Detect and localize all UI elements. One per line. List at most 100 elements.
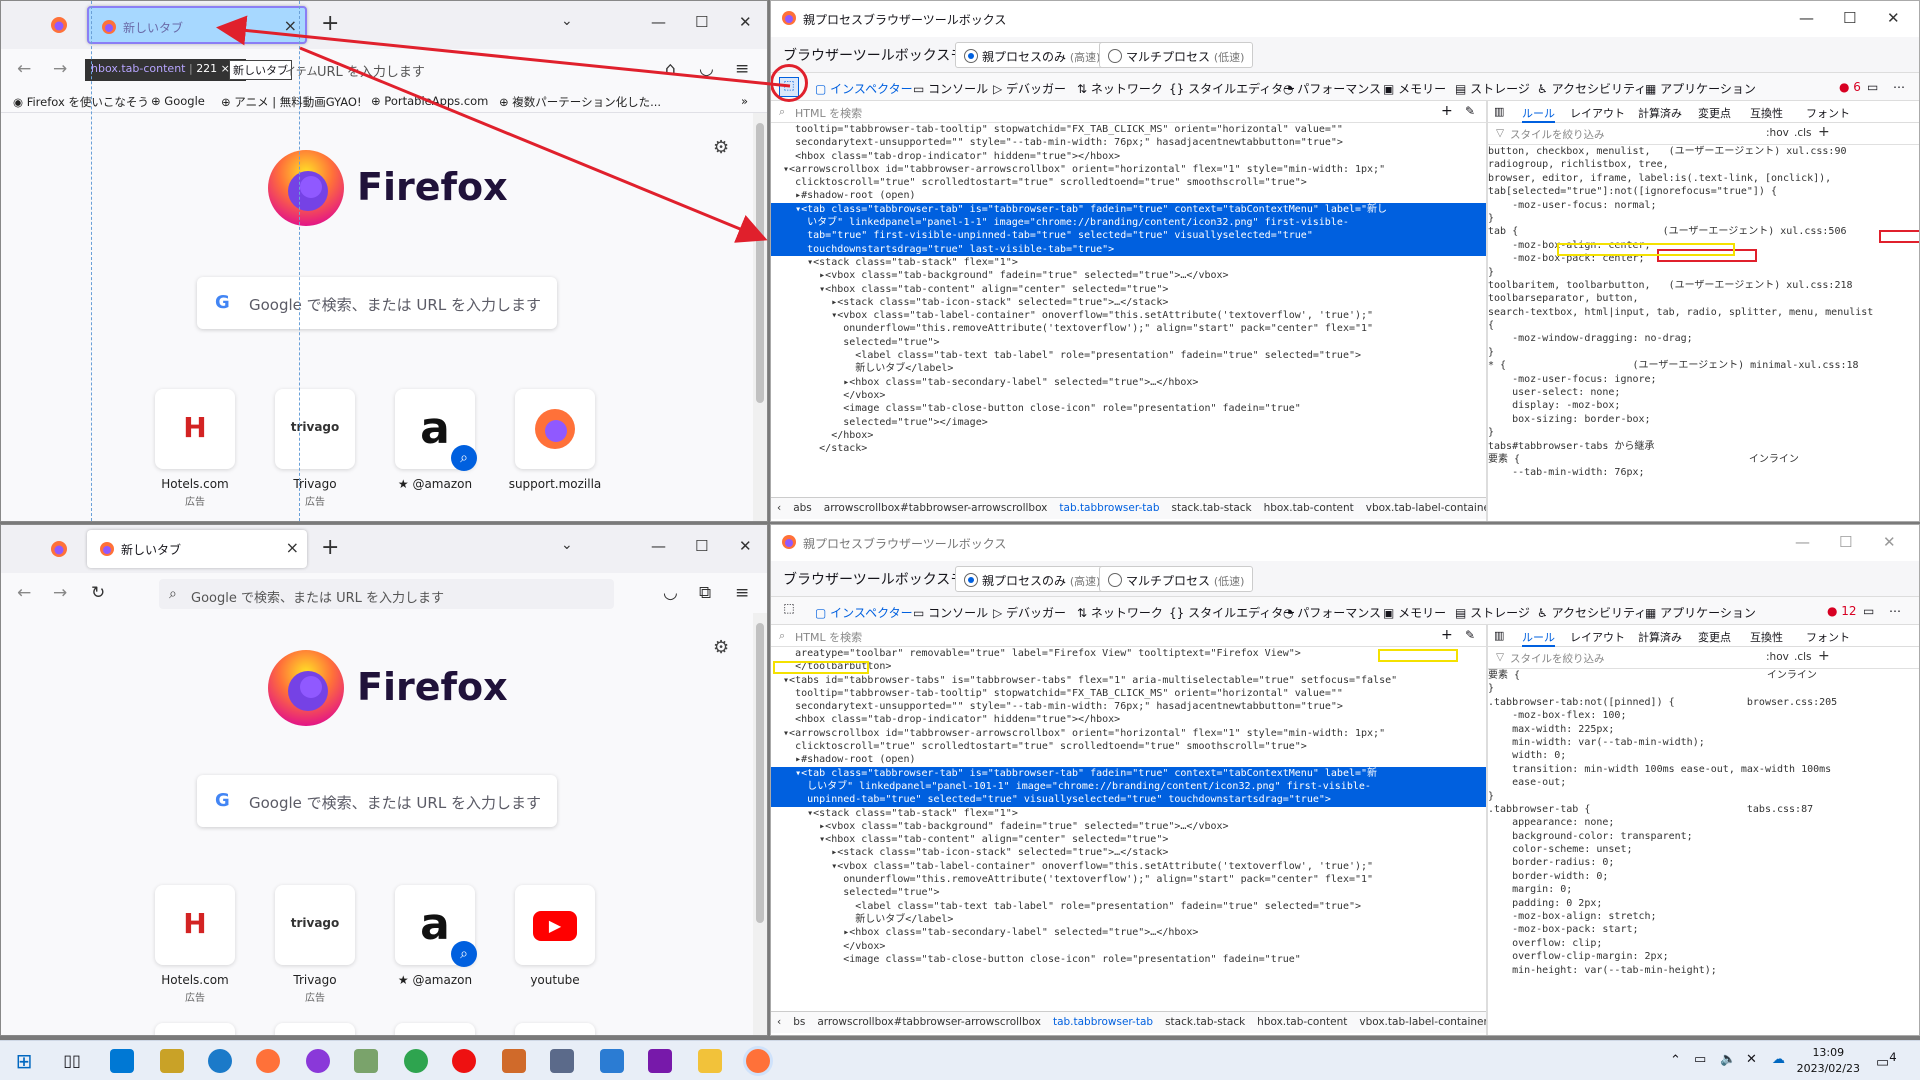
markup-node[interactable]: touchdownstartsdrag="true" last-visible-…	[771, 242, 1486, 256]
markup-view[interactable]: tooltip="tabbrowser-tab-tooltip" stopwat…	[771, 123, 1486, 497]
tab-new-tab[interactable]: 新しいタブ ×	[87, 6, 307, 44]
tab-style-editor[interactable]: {} スタイルエディター	[1169, 80, 1295, 97]
layout-toggle-icon[interactable]: ▥	[1494, 105, 1504, 118]
breadcrumb-item[interactable]: hbox.tab-content	[1251, 1012, 1353, 1028]
search-box[interactable]: G Google で検索、または URL を入力します	[197, 775, 557, 827]
add-node-icon[interactable]: +	[1441, 103, 1453, 119]
forward-icon[interactable]: →	[53, 583, 67, 603]
top-site-tile[interactable]: trivago	[275, 885, 355, 965]
css-rule-line[interactable]: 要素 { インライン	[1488, 453, 1901, 466]
css-rule-line[interactable]: }	[1488, 346, 1901, 359]
html-search-input[interactable]: HTML を検索	[795, 629, 862, 645]
more-options-icon[interactable]: ⋯	[1889, 604, 1901, 618]
tab-application[interactable]: ▦ アプリケーション	[1645, 604, 1756, 621]
css-rule-line[interactable]: max-width: 225px;	[1488, 723, 1901, 736]
markup-node[interactable]: ▸<stack class="tab-icon-stack" selected=…	[771, 846, 1486, 859]
task-view-icon[interactable]: ▯▯	[60, 1049, 84, 1073]
tab-performance[interactable]: ◔ パフォーマンス	[1283, 80, 1381, 97]
minimize-button[interactable]: —	[651, 537, 666, 555]
maximize-button[interactable]: ☐	[695, 13, 708, 31]
css-rule-line[interactable]: -moz-box-flex: 100;	[1488, 709, 1901, 722]
tab-inspector[interactable]: ▢ インスペクター	[815, 604, 913, 621]
markup-node[interactable]: ▾<hbox class="tab-content" align="center…	[771, 833, 1486, 846]
page-scrollbar[interactable]	[753, 613, 767, 1035]
tab-debugger[interactable]: ▷ デバッガー	[993, 604, 1066, 621]
tray-icon[interactable]: ✕	[1746, 1052, 1757, 1067]
close-tab-icon[interactable]: ×	[284, 16, 297, 35]
css-rule-line[interactable]: button, checkbox, menulist, (ユーザーエージェント)…	[1488, 145, 1901, 158]
volume-icon[interactable]: 🔈	[1720, 1052, 1736, 1067]
css-rule-line[interactable]: search-textbox, html|input, tab, radio, …	[1488, 306, 1901, 319]
markup-node[interactable]: </vbox>	[771, 940, 1486, 953]
markup-node[interactable]: unpinned-tab="true" selected="true" visu…	[771, 793, 1486, 807]
style-filter-input[interactable]: スタイルを絞り込み	[1510, 651, 1605, 666]
tab-rules[interactable]: ルール	[1522, 105, 1555, 123]
tab-accessibility[interactable]: ♿ アクセシビリティ	[1537, 80, 1646, 97]
maximize-button[interactable]: ☐	[1839, 533, 1852, 551]
css-rule-line[interactable]: overflow-clip-margin: 2px;	[1488, 950, 1901, 963]
css-rule-line[interactable]: browser, editor, iframe, label:is(.text-…	[1488, 172, 1901, 185]
markup-node[interactable]: clicktoscroll="true" scrolledtostart="tr…	[771, 740, 1486, 753]
breadcrumb-item[interactable]: arrowscrollbox#tabbrowser-arrowscrollbox	[818, 498, 1054, 514]
style-filter-bar[interactable]: ▽ スタイルを絞り込み :hov .cls +	[1488, 647, 1919, 669]
markup-node[interactable]: clicktoscroll="true" scrolledtostart="tr…	[771, 176, 1486, 189]
top-site-tile[interactable]	[515, 389, 595, 469]
close-window-button[interactable]: ✕	[739, 537, 752, 555]
firefox-taskbar-icon[interactable]	[746, 1049, 770, 1073]
tab-layout[interactable]: レイアウト	[1570, 629, 1625, 645]
firefox-view-icon[interactable]	[49, 539, 69, 559]
minimize-button[interactable]: —	[1799, 9, 1814, 27]
top-site-tile[interactable]: H	[155, 885, 235, 965]
markup-node[interactable]: tooltip="tabbrowser-tab-tooltip" stopwat…	[771, 687, 1486, 700]
top-site-tile[interactable]: ▶	[515, 885, 595, 965]
more-options-icon[interactable]: ⋯	[1893, 80, 1905, 94]
search-box[interactable]: G Google で検索、または URL を入力します	[197, 277, 557, 329]
settings-gear-icon[interactable]: ⚙	[713, 637, 729, 658]
css-rule-line[interactable]: }	[1488, 682, 1901, 695]
menu-icon[interactable]: ≡	[735, 583, 749, 603]
eyedropper-icon[interactable]: ✎	[1465, 628, 1475, 642]
add-rule-icon[interactable]: +	[1818, 124, 1830, 140]
markup-node[interactable]: ▸<hbox class="tab-secondary-label" selec…	[771, 926, 1486, 939]
new-tab-button[interactable]: +	[321, 11, 339, 36]
markup-node[interactable]: いタブ" linkedpanel="panel-1-1" image="chro…	[771, 216, 1486, 230]
markup-node[interactable]: 新しいタブ</label>	[771, 362, 1486, 375]
markup-node[interactable]: </stack>	[771, 442, 1486, 455]
tab-fonts[interactable]: フォント	[1806, 629, 1850, 645]
css-rule-line[interactable]: ease-out;	[1488, 776, 1901, 789]
bookmark-item[interactable]: ⊕ PortableApps.com	[371, 94, 488, 108]
top-site-tile[interactable]: a ⌕	[395, 885, 477, 967]
mode-parent-radio[interactable]: 親プロセスのみ (高速)	[955, 566, 1110, 592]
breadcrumb-item[interactable]: bs	[787, 1012, 811, 1028]
tab-computed[interactable]: 計算済み	[1638, 629, 1682, 645]
minimize-button[interactable]: —	[1795, 533, 1810, 551]
forward-icon[interactable]: →	[53, 59, 67, 79]
css-rule-line[interactable]: border-radius: 0;	[1488, 856, 1901, 869]
start-icon[interactable]: ⊞	[12, 1049, 36, 1073]
markup-node[interactable]: ▾<vbox class="tab-label-container" onove…	[771, 309, 1486, 322]
tab-memory[interactable]: ▣ メモリー	[1383, 80, 1446, 97]
element-picker-icon[interactable]: ⬚	[779, 601, 799, 621]
firefox-view-icon[interactable]	[49, 15, 69, 35]
url-input[interactable]: URL を入力します	[317, 61, 425, 80]
style-filter-input[interactable]: スタイルを絞り込み	[1510, 127, 1605, 142]
css-rule-line[interactable]: toolbarseparator, button,	[1488, 292, 1901, 305]
css-rule-line[interactable]: display: -moz-box;	[1488, 399, 1901, 412]
breadcrumb-item[interactable]: stack.tab-stack	[1166, 498, 1258, 514]
css-rule-line[interactable]: }	[1488, 266, 1901, 279]
markup-node[interactable]: ▸#shadow-root (open)	[771, 189, 1486, 202]
css-rule-line[interactable]: min-width: var(--tab-min-width);	[1488, 736, 1901, 749]
markup-node[interactable]: </hbox>	[771, 429, 1486, 442]
tab-accessibility[interactable]: ♿ アクセシビリティ	[1537, 604, 1646, 621]
markup-node[interactable]: tab="true" first-visible-unpinned-tab="t…	[771, 229, 1486, 243]
extensions-icon[interactable]: ⧉	[699, 583, 711, 603]
rules-view[interactable]: button, checkbox, menulist, (ユーザーエージェント)…	[1488, 145, 1901, 521]
tab-console[interactable]: ▭ コンソール	[913, 80, 988, 97]
notepad-icon[interactable]	[160, 1049, 184, 1073]
back-icon[interactable]: ←	[17, 583, 31, 603]
css-rule-line[interactable]: tabs#tabbrowser-tabs から継承	[1488, 440, 1901, 453]
html-search-input[interactable]: HTML を検索	[795, 105, 862, 121]
layout-toggle-icon[interactable]: ▥	[1494, 629, 1504, 642]
css-rule-line[interactable]: .tabbrowser-tab:not([pinned]) { browser.…	[1488, 696, 1901, 709]
store-icon[interactable]	[110, 1049, 134, 1073]
